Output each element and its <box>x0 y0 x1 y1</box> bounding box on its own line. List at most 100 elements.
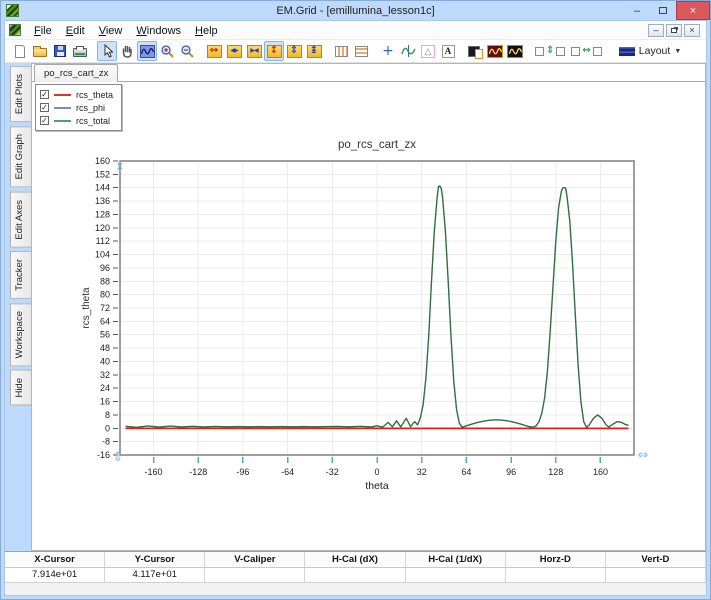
readout-value-row: 7.914e+014.117e+01 <box>5 568 706 583</box>
sidebar-tab-tracker[interactable]: Tracker <box>10 251 31 299</box>
document-logo-icon[interactable] <box>9 24 21 36</box>
layout-menu-button[interactable]: Layout▼ <box>612 41 688 61</box>
save-floppy-icon <box>54 45 66 57</box>
expand-y-icon: ↕ <box>267 45 282 58</box>
graph-style-dark-button[interactable] <box>485 41 505 61</box>
compress-x-button[interactable]: ▶◀ <box>244 41 264 61</box>
select-arrow-icon <box>101 44 114 58</box>
chevron-down-icon: ▼ <box>674 48 681 55</box>
axis-handle-top-left-icon[interactable]: ⇕ <box>115 160 126 175</box>
legend-label: rcs_theta <box>76 90 113 100</box>
y-tick-label: 112 <box>96 236 110 246</box>
save-file-button[interactable] <box>50 41 70 61</box>
y-tick-label: 96 <box>100 263 110 273</box>
align-vertical-icon: ⇕ <box>533 46 567 56</box>
plot-legend: ✓rcs_theta✓rcs_phi✓rcs_total <box>35 84 122 131</box>
readout-header-v-caliper: V-Caliper <box>205 552 305 567</box>
crosshair-icon: + <box>382 44 394 58</box>
menu-windows[interactable]: Windows <box>129 23 188 39</box>
stretch-y-icon: ⇕ <box>287 45 302 58</box>
text-annotation-button[interactable]: A <box>438 41 458 61</box>
pan-hand-button[interactable] <box>117 41 137 61</box>
legend-checkbox-rcs_total[interactable]: ✓ <box>40 116 49 125</box>
readout-header-h-cal-1-dx-: H-Cal (1/dX) <box>406 552 506 567</box>
mdi-close-button[interactable]: × <box>684 24 700 37</box>
readout-header-x-cursor: X-Cursor <box>5 552 105 567</box>
horizontal-panels-icon <box>355 46 368 57</box>
menu-view[interactable]: View <box>92 23 130 39</box>
pan-hand-icon <box>120 44 134 58</box>
readout-header-vert-d: Vert-D <box>606 552 706 567</box>
stretch-y-button[interactable]: ⇕ <box>284 41 304 61</box>
tracker-button[interactable] <box>398 41 418 61</box>
chart-canvas[interactable]: 1601521441361281201121049688807264564840… <box>32 64 704 504</box>
new-document-button[interactable] <box>10 41 30 61</box>
open-file-button[interactable] <box>30 41 50 61</box>
horizontal-panels-button[interactable] <box>351 41 371 61</box>
sidebar-tab-edit-plots[interactable]: Edit Plots <box>10 66 31 122</box>
menu-items: FileEditViewWindowsHelp <box>27 21 225 39</box>
stretch-x-button[interactable]: ◀▶ <box>224 41 244 61</box>
y-tick-label: 88 <box>100 276 110 286</box>
toolbar: ↔◀▶▶◀↕⇕↨+△A⇕↔Layout▼ <box>5 40 706 63</box>
sidebar-tab-edit-graph[interactable]: Edit Graph <box>10 126 31 187</box>
readout-value-4 <box>406 568 506 583</box>
sidebar-tab-workspace[interactable]: Workspace <box>10 303 31 366</box>
delta-marker-button[interactable]: △ <box>418 41 438 61</box>
align-horizontal-group-button[interactable]: ↔ <box>568 41 604 61</box>
x-tick-label: 96 <box>506 467 516 477</box>
y-tick-label: 0 <box>105 423 110 433</box>
axis-handle-bottom-right-icon[interactable]: ⇔ <box>638 448 649 463</box>
menu-edit[interactable]: Edit <box>59 23 92 39</box>
y-tick-label: 128 <box>95 209 110 219</box>
zoom-in-button[interactable] <box>157 41 177 61</box>
graph-style-black-button[interactable] <box>505 41 525 61</box>
x-tick-label: -32 <box>326 467 339 477</box>
legend-checkbox-rcs_theta[interactable]: ✓ <box>40 90 49 99</box>
zoom-window-button[interactable] <box>137 41 157 61</box>
restore-icon <box>671 28 677 33</box>
x-tick-label: 160 <box>593 467 608 477</box>
select-cursor-button[interactable] <box>97 41 117 61</box>
compress-y-button[interactable]: ↨ <box>304 41 324 61</box>
text-annotation-icon: A <box>442 45 455 58</box>
menu-help[interactable]: Help <box>188 23 225 39</box>
y-tick-label: 72 <box>100 303 110 313</box>
y-tick-label: -8 <box>102 437 110 447</box>
tracker-icon <box>401 45 416 57</box>
mdi-restore-button[interactable] <box>666 24 682 37</box>
axis-handle-bottom-left-icon[interactable]: ⇕ <box>113 450 124 465</box>
layout-label: Layout <box>639 45 671 57</box>
delta-marker-icon: △ <box>421 45 435 58</box>
vertical-panels-button[interactable] <box>331 41 351 61</box>
readout-header-horz-d: Horz-D <box>506 552 606 567</box>
zoom-out-icon <box>180 44 195 59</box>
y-tick-label: 32 <box>100 370 110 380</box>
menu-file[interactable]: File <box>27 23 59 39</box>
readout-header-row: X-CursorY-CursorV-CaliperH-Cal (dX)H-Cal… <box>5 552 706 568</box>
print-button[interactable] <box>70 41 90 61</box>
sidebar-tab-hide[interactable]: Hide <box>10 370 31 406</box>
y-tick-label: 120 <box>95 223 110 233</box>
y-tick-label: 8 <box>105 410 110 420</box>
sidebar-tab-edit-axes[interactable]: Edit Axes <box>10 192 31 248</box>
graph-style-dark-icon <box>487 45 503 58</box>
expand-x-button[interactable]: ↔ <box>204 41 224 61</box>
y-tick-label: 40 <box>100 356 110 366</box>
readout-value-2 <box>205 568 305 583</box>
graph-style-black-icon <box>507 45 523 58</box>
printer-icon <box>73 48 87 57</box>
align-vertical-group-button[interactable]: ⇕ <box>532 41 568 61</box>
y-tick-label: 104 <box>95 250 110 260</box>
legend-line-sample-icon <box>54 107 71 109</box>
copy-graph-button[interactable] <box>465 41 485 61</box>
legend-checkbox-rcs_phi[interactable]: ✓ <box>40 103 49 112</box>
expand-y-button[interactable]: ↕ <box>264 41 284 61</box>
readout-value-5 <box>506 568 606 583</box>
compress-y-icon: ↨ <box>307 45 322 58</box>
y-tick-label: 64 <box>100 316 110 326</box>
zoom-out-button[interactable] <box>177 41 197 61</box>
crosshair-button[interactable]: + <box>378 41 398 61</box>
mdi-minimize-button[interactable]: – <box>648 24 664 37</box>
new-document-icon <box>15 45 25 58</box>
